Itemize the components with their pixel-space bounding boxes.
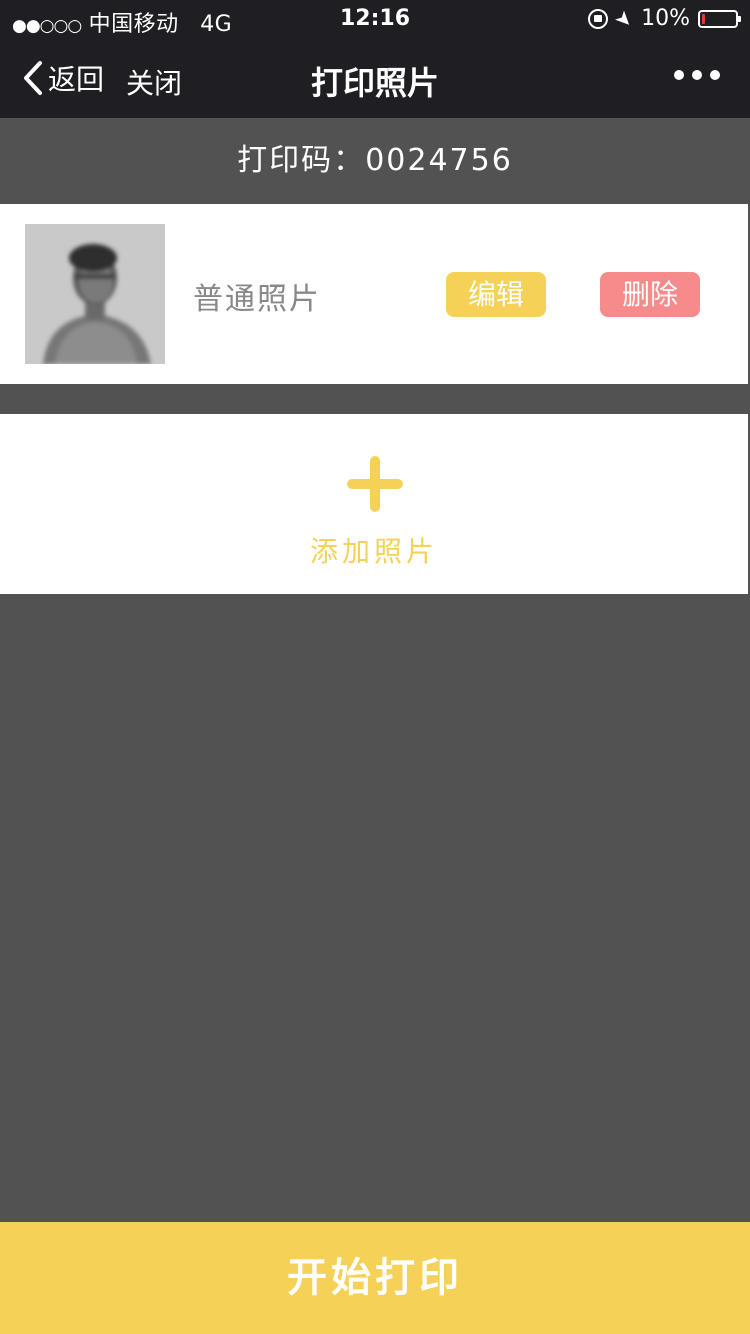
more-options-button[interactable] [674, 70, 720, 80]
ellipsis-icon-dot [674, 70, 684, 80]
start-print-button[interactable]: 开始打印 [0, 1222, 750, 1334]
page-title: 打印照片 [310, 64, 439, 102]
print-code-bar: 打印码：0024756 [0, 118, 750, 204]
status-bar-right: ➤ 10% [588, 4, 741, 33]
add-photo-label: 添加照片 [309, 535, 438, 568]
photo-list-item: 普通照片 编辑 删除 [0, 204, 748, 384]
print-code-label: 打印码： [237, 143, 366, 178]
edit-button[interactable]: 编辑 [446, 272, 546, 317]
ellipsis-icon-dot [692, 70, 702, 80]
delete-button[interactable]: 删除 [600, 272, 700, 317]
battery-icon [698, 9, 741, 28]
battery-percent: 10% [641, 6, 690, 31]
plus-icon [347, 456, 403, 512]
add-photo-button[interactable]: 添加照片 [0, 414, 748, 594]
status-bar: ●●○○○ 中国移动 4G 12:16 ➤ 10% [0, 0, 750, 40]
battery-level [702, 13, 705, 24]
rotation-lock-icon [588, 8, 609, 29]
portrait-image [25, 224, 165, 364]
location-arrow-icon: ➤ [610, 4, 640, 33]
print-code-value: 0024756 [365, 143, 513, 178]
navigation-bar: 返回 关闭 打印照片 [0, 40, 750, 118]
photo-type-label: 普通照片 [193, 282, 321, 317]
ellipsis-icon-dot [710, 70, 720, 80]
photo-thumbnail[interactable] [25, 224, 165, 364]
